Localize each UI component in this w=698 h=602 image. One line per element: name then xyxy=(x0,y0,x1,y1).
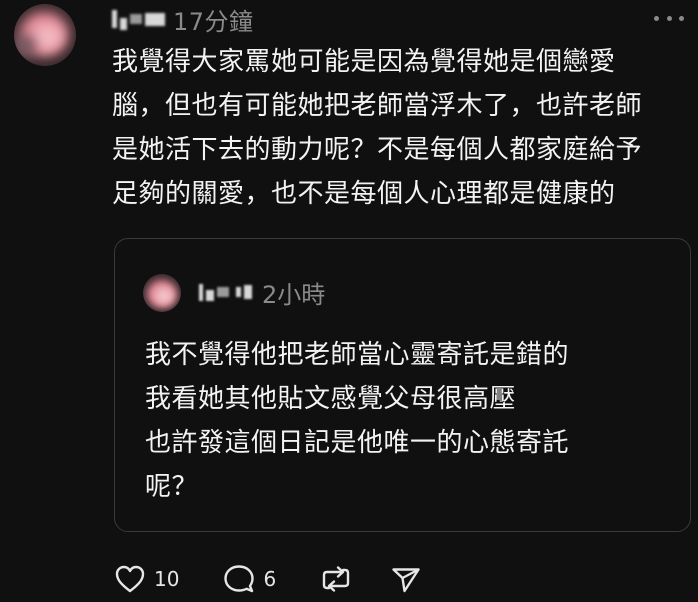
quoted-line: 也許發這個日記是他唯一的心態寄託 xyxy=(145,428,570,458)
thread-post: 17分鐘 我覺得大家罵她可能是因為覺得她是個戀愛 腦，但也有可能她把老師當浮木了… xyxy=(0,0,698,602)
repost-icon xyxy=(322,566,350,592)
repost-button[interactable] xyxy=(320,563,352,595)
author-username-redacted[interactable] xyxy=(112,8,165,30)
post-header: 17分鐘 xyxy=(112,2,254,36)
quoted-line: 呢？ xyxy=(145,472,199,502)
post-timestamp: 17分鐘 xyxy=(173,7,254,36)
send-icon xyxy=(392,568,420,593)
heart-icon xyxy=(115,565,145,593)
comment-count: 6 xyxy=(263,567,277,591)
quoted-post-header: 2小時 xyxy=(199,275,325,309)
quoted-post-body: 我不覺得他把老師當心靈寄託是錯的 我看她其他貼文感覺父母很高壓 也許發這個日記是… xyxy=(145,333,675,509)
share-button[interactable] xyxy=(390,563,422,595)
like-count: 10 xyxy=(154,567,180,591)
like-button[interactable]: 10 xyxy=(114,564,179,594)
comment-bubble-icon xyxy=(224,565,255,593)
post-body: 我覺得大家罵她可能是因為覺得她是個戀愛 腦，但也有可能她把老師當浮木了，也許老師… xyxy=(112,47,643,209)
quoted-post-card[interactable]: 2小時 我不覺得他把老師當心靈寄託是錯的 我看她其他貼文感覺父母很高壓 也許發這… xyxy=(114,238,691,532)
author-avatar[interactable] xyxy=(14,4,76,66)
quoted-line: 我看她其他貼文感覺父母很高壓 xyxy=(145,384,517,414)
more-horizontal-icon xyxy=(654,15,659,21)
quoted-post-timestamp: 2小時 xyxy=(262,280,326,309)
quoted-line: 我不覺得他把老師當心靈寄託是錯的 xyxy=(145,340,570,370)
quoted-author-avatar[interactable] xyxy=(143,274,181,312)
post-actions: 10 6 xyxy=(114,562,422,596)
comment-button[interactable]: 6 xyxy=(223,564,276,594)
more-options-button[interactable] xyxy=(654,10,684,26)
quoted-username-redacted[interactable] xyxy=(199,283,252,301)
